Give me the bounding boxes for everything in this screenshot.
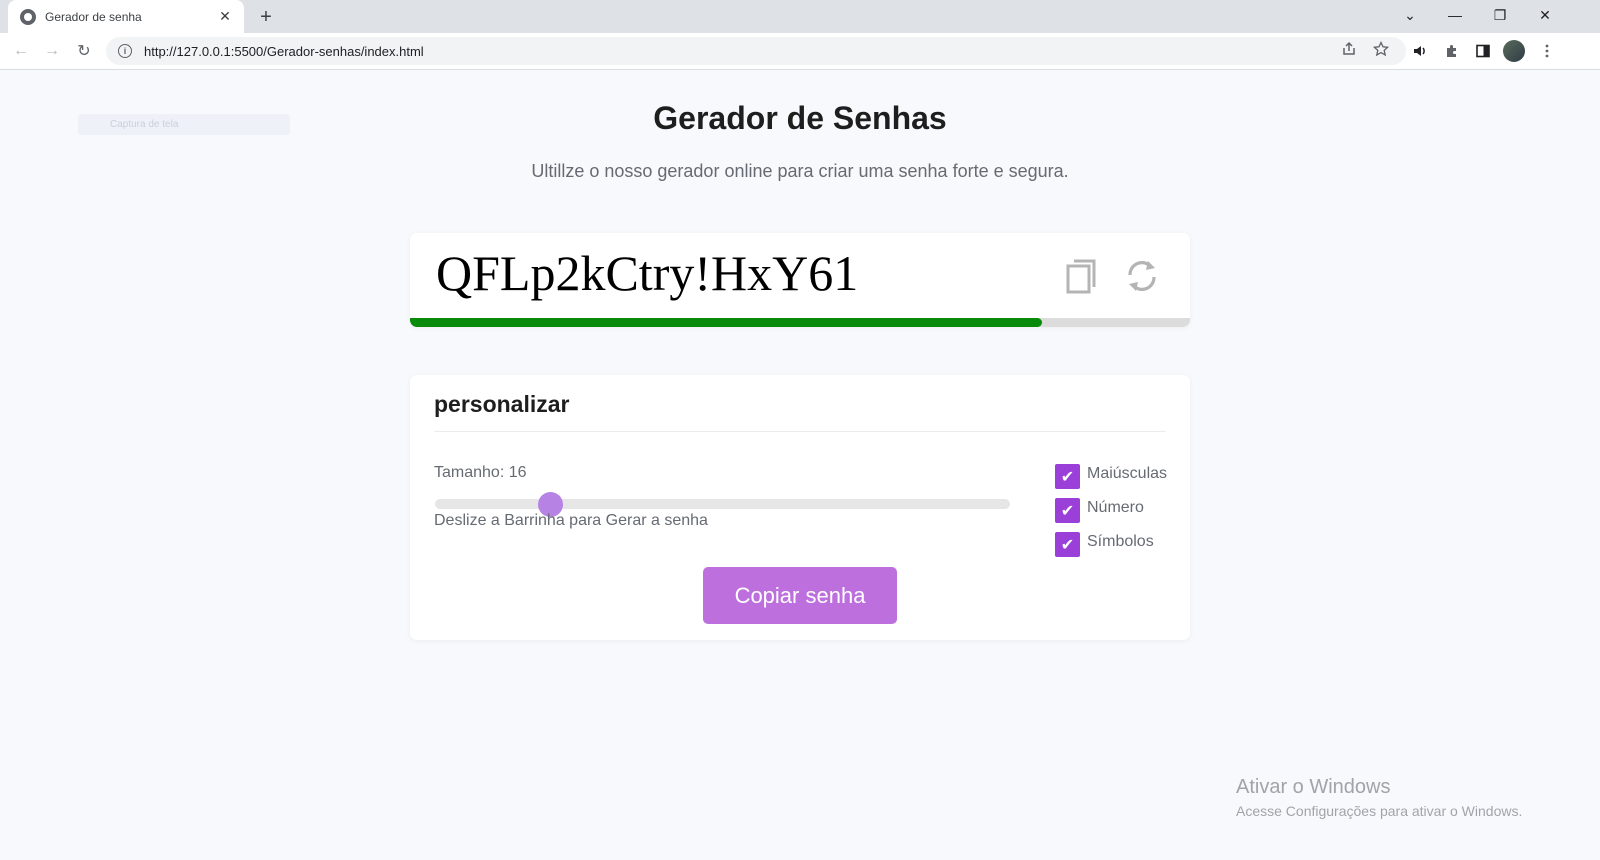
uppercase-label[interactable]: Maiúsculas bbox=[1087, 465, 1167, 483]
copy-icon[interactable] bbox=[1064, 255, 1104, 297]
share-icon[interactable] bbox=[1337, 37, 1361, 61]
minimize-button[interactable]: — bbox=[1433, 0, 1477, 30]
reload-button[interactable]: ↻ bbox=[71, 38, 97, 64]
uppercase-checkbox[interactable]: ✔ bbox=[1055, 464, 1080, 489]
forward-button[interactable]: → bbox=[39, 38, 65, 64]
globe-icon bbox=[20, 8, 36, 25]
tab-search-icon[interactable]: ⌄ bbox=[1388, 0, 1432, 30]
divider bbox=[434, 431, 1166, 432]
page-subtitle: Ultillze o nosso gerador online para cri… bbox=[531, 161, 1069, 181]
watermark-subtitle: Acesse Configurações para ativar o Windo… bbox=[1236, 803, 1523, 819]
tab-close-icon[interactable]: ✕ bbox=[216, 8, 234, 26]
info-icon[interactable]: i bbox=[118, 44, 132, 58]
new-tab-button[interactable]: + bbox=[254, 5, 278, 29]
windows-activation-watermark: Ativar o Windows Acesse Configurações pa… bbox=[1236, 776, 1522, 819]
strength-bar bbox=[410, 318, 1190, 327]
page-title: Gerador de Senhas bbox=[653, 100, 947, 136]
url-text[interactable]: http://127.0.0.1:5500/Gerador-senhas/ind… bbox=[144, 44, 424, 59]
numbers-label[interactable]: Número bbox=[1087, 499, 1144, 517]
address-bar[interactable]: i http://127.0.0.1:5500/Gerador-senhas/i… bbox=[106, 37, 1406, 65]
tab-strip: Gerador de senha ✕ + ⌄ — ❐ ✕ bbox=[0, 0, 1600, 33]
option-numbers[interactable]: ✔ Número bbox=[1055, 498, 1144, 523]
length-slider-track[interactable] bbox=[435, 499, 1010, 509]
generated-password[interactable]: QFLp2kCtry!HxY61 bbox=[436, 244, 858, 302]
side-panel-icon[interactable] bbox=[1471, 39, 1495, 63]
option-uppercase[interactable]: ✔ Maiúsculas bbox=[1055, 464, 1167, 489]
symbols-checkbox[interactable]: ✔ bbox=[1055, 532, 1080, 557]
menu-kebab-icon[interactable] bbox=[1535, 39, 1559, 63]
browser-tab[interactable]: Gerador de senha ✕ bbox=[8, 0, 244, 33]
numbers-checkbox[interactable]: ✔ bbox=[1055, 498, 1080, 523]
profile-avatar[interactable] bbox=[1503, 40, 1525, 62]
restore-button[interactable]: ❐ bbox=[1478, 0, 1522, 30]
copy-password-button[interactable]: Copiar senha bbox=[703, 567, 897, 624]
customize-card: personalizar Tamanho: 16 Deslize a Barri… bbox=[410, 375, 1190, 640]
length-label: Tamanho: 16 bbox=[434, 464, 527, 481]
back-button[interactable]: ← bbox=[8, 38, 34, 64]
extensions-puzzle-icon[interactable] bbox=[1440, 39, 1464, 63]
bookmark-star-icon[interactable] bbox=[1369, 37, 1393, 61]
symbols-label[interactable]: Símbolos bbox=[1087, 533, 1154, 551]
option-symbols[interactable]: ✔ Símbolos bbox=[1055, 532, 1154, 557]
browser-toolbar: ← → ↻ i http://127.0.0.1:5500/Gerador-se… bbox=[0, 33, 1600, 70]
tab-title: Gerador de senha bbox=[45, 9, 142, 24]
close-window-button[interactable]: ✕ bbox=[1523, 0, 1567, 30]
password-card: QFLp2kCtry!HxY61 bbox=[410, 233, 1190, 327]
slider-hint: Deslize a Barrinha para Gerar a senha bbox=[434, 512, 708, 529]
strength-bar-fill bbox=[410, 318, 1042, 327]
refresh-icon[interactable] bbox=[1122, 255, 1162, 297]
watermark-title: Ativar o Windows bbox=[1236, 776, 1391, 798]
customize-title: personalizar bbox=[434, 391, 570, 417]
speaker-icon[interactable] bbox=[1408, 39, 1432, 63]
